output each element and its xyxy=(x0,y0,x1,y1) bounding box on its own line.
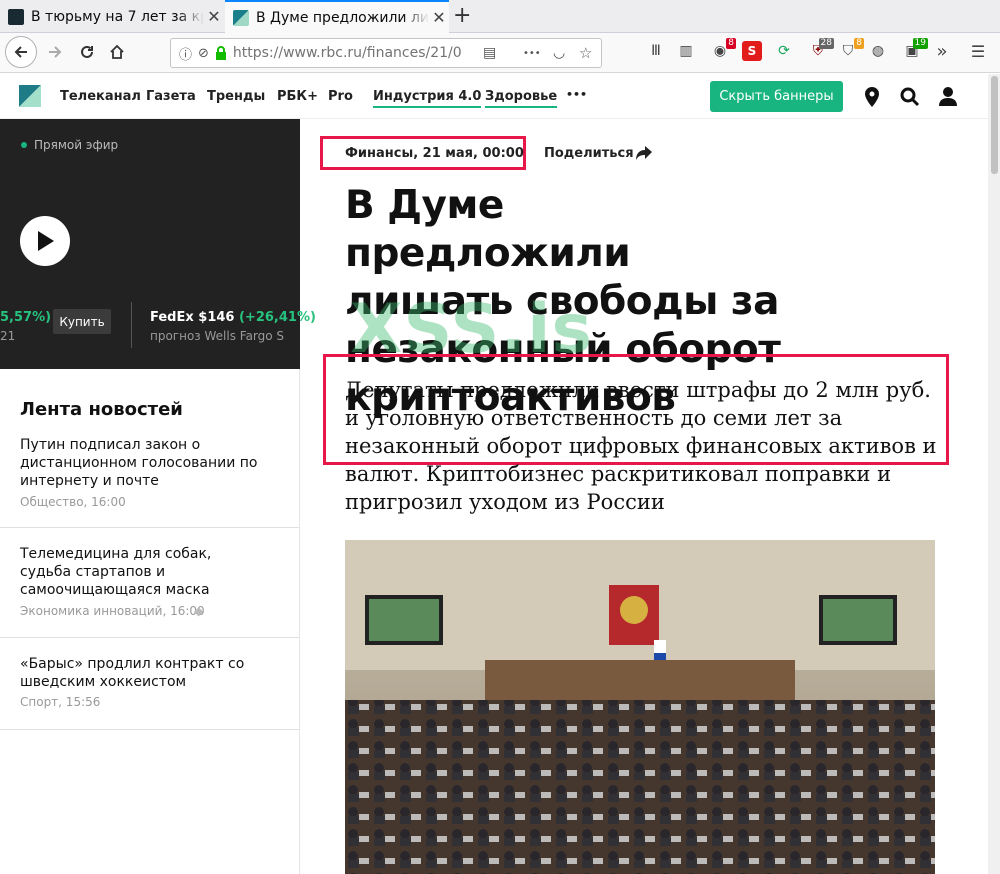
feed-title: Лента новостей xyxy=(20,399,183,420)
hamburger-menu-icon[interactable]: ☰ xyxy=(968,41,988,61)
page-scrollbar[interactable] xyxy=(988,74,1000,874)
live-indicator-dot xyxy=(21,142,27,148)
fedex-sub: прогноз Wells Fargo S xyxy=(150,329,285,343)
pocket-icon[interactable]: ◡ xyxy=(553,45,565,61)
hide-banners-button[interactable]: Скрыть баннеры xyxy=(710,81,843,112)
news-title[interactable]: Путин подписал закон о дистанционном гол… xyxy=(20,436,260,490)
live-label: Прямой эфир xyxy=(34,138,119,152)
home-button[interactable] xyxy=(102,37,132,67)
overflow-chevron-icon[interactable]: » xyxy=(932,41,952,62)
stylus-icon[interactable]: S xyxy=(742,41,762,61)
info-icon[interactable]: ⓘ xyxy=(179,44,192,63)
new-tab-button[interactable]: + xyxy=(453,3,471,28)
news-title[interactable]: «Барыс» продлил контракт со шведским хок… xyxy=(20,655,260,691)
nav-newspaper[interactable]: Газета xyxy=(146,89,196,104)
play-button[interactable] xyxy=(20,216,70,266)
tab-crypto-prison[interactable]: В тюрьму на 7 лет за криптовалюту ✕ xyxy=(0,0,224,33)
rbc-favicon xyxy=(233,9,249,26)
list-item[interactable]: Телемедицина для собак, судьба стартапов… xyxy=(0,528,300,638)
nav-rbc-plus[interactable]: РБК+ xyxy=(277,89,318,104)
back-button[interactable] xyxy=(5,36,37,68)
nav-trends[interactable]: Тренды xyxy=(207,89,265,104)
reload-button[interactable] xyxy=(72,37,102,67)
account-icon[interactable]: ◍ xyxy=(868,41,888,61)
address-bar[interactable]: ⓘ ⊘ https://www.rbc.ru/finances/21/0 ▤ •… xyxy=(170,38,602,68)
location-pin-icon[interactable] xyxy=(863,86,881,108)
ticker-divider xyxy=(131,302,132,348)
search-icon[interactable] xyxy=(900,87,920,107)
badge: 8 xyxy=(854,38,864,49)
list-item[interactable]: Путин подписал закон о дистанционном гол… xyxy=(0,434,300,528)
ublock-icon[interactable]: ⛨ 28 xyxy=(808,38,834,61)
news-feed: Лента новостей Путин подписал закон о ди… xyxy=(0,369,300,874)
nav-more-icon[interactable]: ••• xyxy=(566,88,587,101)
share-button[interactable]: Поделиться xyxy=(544,146,634,161)
close-tab-icon[interactable]: ✕ xyxy=(429,8,449,27)
url-text: https://www.rbc.ru/finances/21/0 xyxy=(232,45,462,61)
forward-arrow-icon xyxy=(49,46,62,58)
fedex-name: FedEx $146 xyxy=(150,310,235,325)
rbc-logo-icon[interactable] xyxy=(19,85,41,107)
nav-pro[interactable]: Pro xyxy=(328,89,353,104)
tab-title: В тюрьму на 7 лет за криптовалюту xyxy=(31,8,204,25)
article-photo[interactable] xyxy=(345,540,935,874)
tab-duma-article[interactable]: В Думе предложили лишать свободы ✕ xyxy=(225,0,449,33)
home-icon xyxy=(110,44,124,59)
bookmark-star-icon[interactable]: ☆ xyxy=(579,44,592,62)
library-icon[interactable]: Ⅲ xyxy=(646,41,666,61)
badge: 8 xyxy=(726,38,736,49)
fedex-change: (+26,41%) xyxy=(238,310,316,325)
article-lead: Депутаты предложили ввести штрафы до 2 м… xyxy=(345,378,937,514)
reader-sidebar-icon[interactable]: ▥ xyxy=(676,41,696,61)
user-profile-icon[interactable] xyxy=(938,86,958,106)
privacy-badger-icon[interactable]: ◉ 8 xyxy=(710,38,736,61)
scrollbar-thumb[interactable] xyxy=(991,76,998,174)
badge: 19 xyxy=(912,38,928,49)
lock-icon xyxy=(215,46,226,60)
noscript-icon[interactable]: ▣ 19 xyxy=(902,38,928,61)
ticker-change: 5,57%) xyxy=(0,310,52,325)
article-category-date[interactable]: Финансы, 21 мая, 00:00 xyxy=(345,146,524,161)
tab-strip: В тюрьму на 7 лет за криптовалюту ✕ В Ду… xyxy=(0,0,1000,33)
page-actions-icon[interactable]: ••• xyxy=(523,48,541,59)
tab-title: В Думе предложили лишать свободы xyxy=(256,9,429,26)
news-meta: Общество, 16:00 xyxy=(20,495,126,509)
news-title[interactable]: Телемедицина для собак, судьба стартапов… xyxy=(20,545,260,599)
news-meta: Экономика инноваций, 16:00 xyxy=(20,604,205,618)
share-arrow-icon[interactable] xyxy=(636,146,652,160)
site-favicon xyxy=(8,8,24,25)
list-item[interactable]: «Барыс» продлил контракт со шведским хок… xyxy=(0,638,300,730)
navigation-toolbar: ⓘ ⊘ https://www.rbc.ru/finances/21/0 ▤ •… xyxy=(0,33,1000,73)
forward-button[interactable] xyxy=(40,37,70,67)
nav-industry[interactable]: Индустрия 4.0 xyxy=(373,89,482,108)
nav-health[interactable]: Здоровье xyxy=(485,89,558,108)
back-arrow-icon xyxy=(14,46,27,58)
buy-button[interactable]: Купить xyxy=(53,309,111,334)
live-broadcast-panel: Прямой эфир 5,57%) 21 Купить FedEx $146 … xyxy=(0,119,316,369)
site-header: Телеканал Газета Тренды РБК+ Pro Индустр… xyxy=(0,74,988,119)
reader-view-icon[interactable]: ▤ xyxy=(483,45,496,61)
ticker-sub: 21 xyxy=(0,329,16,343)
nav-tv[interactable]: Телеканал xyxy=(60,89,141,104)
reload-icon xyxy=(81,45,93,58)
duma-hall-photo xyxy=(345,540,935,874)
close-tab-icon[interactable]: ✕ xyxy=(204,7,224,26)
news-meta: Спорт, 15:56 xyxy=(20,695,101,709)
sync-icon[interactable]: ⟳ xyxy=(774,41,794,61)
badge: 28 xyxy=(818,38,834,49)
shield-icon[interactable]: ⛉ 8 xyxy=(838,38,864,61)
diamond-icon: ◆ xyxy=(194,604,204,618)
play-icon xyxy=(38,231,54,251)
tracking-protection-icon[interactable]: ⊘ xyxy=(198,46,209,61)
fedex-ticker: FedEx $146 (+26,41%) xyxy=(150,310,316,325)
